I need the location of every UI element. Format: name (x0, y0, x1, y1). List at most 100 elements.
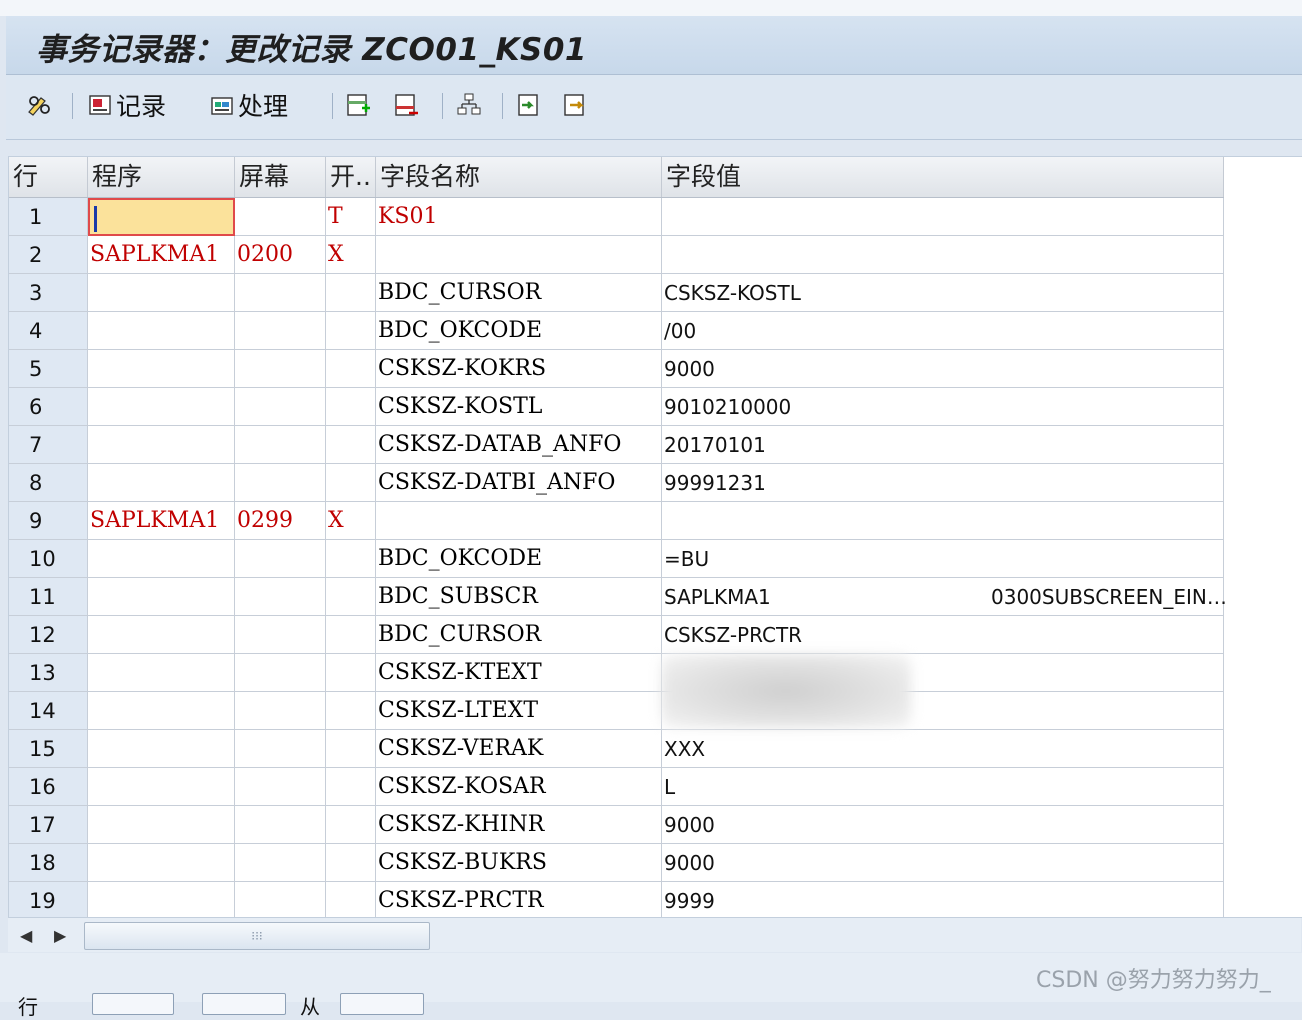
table-row[interactable]: 18 CSKSZ-BUKRS 9000 (9, 844, 1224, 882)
program-cell[interactable] (88, 312, 235, 350)
program-cell[interactable] (88, 616, 235, 654)
program-cell[interactable] (88, 198, 235, 236)
screen-cell[interactable] (235, 844, 326, 882)
start-flag-cell[interactable] (326, 312, 376, 350)
table-row[interactable]: 6 CSKSZ-KOSTL 9010210000 (9, 388, 1224, 426)
table-row[interactable]: 12 BDC_CURSOR CSKSZ-PRCTR (9, 616, 1224, 654)
table-row[interactable]: 15 CSKSZ-VERAK XXX (9, 730, 1224, 768)
program-cell[interactable] (88, 844, 235, 882)
field-name-cell[interactable]: CSKSZ-KOSAR (376, 768, 662, 806)
start-flag-cell[interactable]: T (326, 198, 376, 236)
insert-row-button[interactable] (346, 89, 372, 121)
start-flag-cell[interactable] (326, 692, 376, 730)
field-value-cell[interactable]: 99991231 (662, 464, 1224, 502)
field-name-cell[interactable]: CSKSZ-KOSTL (376, 388, 662, 426)
footer-extra-input[interactable] (340, 993, 424, 1015)
screen-cell[interactable] (235, 350, 326, 388)
field-value-cell[interactable]: XXX (662, 730, 1224, 768)
screen-cell[interactable] (235, 654, 326, 692)
scroll-right-icon[interactable]: ▶ (54, 926, 66, 945)
field-name-cell[interactable]: BDC_OKCODE (376, 540, 662, 578)
field-value-cell[interactable] (662, 502, 1224, 540)
header-field-value[interactable]: 字段值 (662, 157, 1224, 197)
start-flag-cell[interactable] (326, 464, 376, 502)
table-row[interactable]: 1 T KS01 (9, 198, 1224, 236)
start-flag-cell[interactable] (326, 882, 376, 917)
header-field-name[interactable]: 字段名称 (376, 157, 662, 197)
delete-row-button[interactable] (394, 89, 420, 121)
field-value-cell[interactable]: 9000 (662, 806, 1224, 844)
field-name-cell[interactable]: CSKSZ-DATAB_ANFO (376, 426, 662, 464)
screen-cell[interactable]: 0200 (235, 236, 326, 274)
program-cell[interactable] (88, 730, 235, 768)
program-cell[interactable] (88, 882, 235, 917)
field-name-cell[interactable]: BDC_OKCODE (376, 312, 662, 350)
field-name-cell[interactable] (376, 502, 662, 540)
import-button[interactable] (516, 89, 542, 121)
horizontal-scrollbar[interactable]: ◀ ▶ ⁝⁝⁝ (8, 917, 1301, 952)
program-cell[interactable] (88, 578, 235, 616)
table-row[interactable]: 5 CSKSZ-KOKRS 9000 (9, 350, 1224, 388)
table-row[interactable]: 4 BDC_OKCODE/00 (9, 312, 1224, 350)
program-cell[interactable] (88, 806, 235, 844)
start-flag-cell[interactable] (326, 806, 376, 844)
table-row[interactable]: 7 CSKSZ-DATAB_ANFO 20170101 (9, 426, 1224, 464)
field-name-cell[interactable]: CSKSZ-DATBI_ANFO (376, 464, 662, 502)
footer-row-input[interactable] (92, 993, 174, 1015)
start-flag-cell[interactable] (326, 350, 376, 388)
program-cell[interactable]: SAPLKMA1 (88, 502, 235, 540)
screen-cell[interactable] (235, 426, 326, 464)
start-flag-cell[interactable] (326, 578, 376, 616)
footer-count-input[interactable] (202, 993, 286, 1015)
screen-cell[interactable] (235, 882, 326, 917)
field-name-cell[interactable] (376, 236, 662, 274)
program-cell[interactable] (88, 692, 235, 730)
field-value-cell[interactable]: 9010210000 (662, 388, 1224, 426)
start-flag-cell[interactable] (326, 616, 376, 654)
screen-cell[interactable] (235, 768, 326, 806)
start-flag-cell[interactable] (326, 768, 376, 806)
program-cell[interactable] (88, 540, 235, 578)
start-flag-cell[interactable]: X (326, 236, 376, 274)
field-name-cell[interactable]: CSKSZ-PRCTR (376, 882, 662, 917)
start-flag-cell[interactable] (326, 654, 376, 692)
field-value-cell[interactable]: 20170101 (662, 426, 1224, 464)
table-row[interactable]: 17 CSKSZ-KHINR 9000 (9, 806, 1224, 844)
start-flag-cell[interactable] (326, 426, 376, 464)
screen-cell[interactable] (235, 578, 326, 616)
record-button[interactable]: 记录 (88, 89, 166, 121)
screen-cell[interactable] (235, 464, 326, 502)
field-value-cell[interactable]: 9999 (662, 882, 1224, 917)
program-cell[interactable] (88, 654, 235, 692)
screen-cell[interactable] (235, 730, 326, 768)
table-row[interactable]: 13 CSKSZ-KTEXT (9, 654, 1224, 692)
start-flag-cell[interactable] (326, 730, 376, 768)
table-row[interactable]: 14 CSKSZ-LTEXT (9, 692, 1224, 730)
field-name-cell[interactable]: CSKSZ-LTEXT (376, 692, 662, 730)
screen-cell[interactable] (235, 806, 326, 844)
structure-button[interactable] (456, 89, 482, 121)
scrollbar-thumb[interactable]: ⁝⁝⁝ (84, 922, 430, 950)
program-cell[interactable] (88, 274, 235, 312)
program-cell[interactable] (88, 388, 235, 426)
program-cell[interactable]: SAPLKMA1 (88, 236, 235, 274)
field-name-cell[interactable]: BDC_CURSOR (376, 616, 662, 654)
program-cell[interactable] (88, 464, 235, 502)
field-value-cell[interactable] (662, 198, 1224, 236)
screen-cell[interactable] (235, 692, 326, 730)
field-value-cell[interactable]: =BU (662, 540, 1224, 578)
field-value-cell[interactable]: 9000 (662, 350, 1224, 388)
table-row[interactable]: 11 BDC_SUBSCR SAPLKMA1 0300SUBSCREEN_EIN… (9, 578, 1227, 616)
field-name-cell[interactable]: BDC_CURSOR (376, 274, 662, 312)
field-value-cell[interactable]: L (662, 768, 1224, 806)
start-flag-cell[interactable] (326, 388, 376, 426)
screen-cell[interactable] (235, 312, 326, 350)
table-row[interactable]: 9 SAPLKMA1 0299 X (9, 502, 1224, 540)
header-program[interactable]: 程序 (88, 157, 235, 197)
header-screen[interactable]: 屏幕 (235, 157, 326, 197)
header-row-number[interactable]: 行 (9, 157, 88, 197)
table-row[interactable]: 8 CSKSZ-DATBI_ANFO 99991231 (9, 464, 1224, 502)
field-value-cell[interactable]: 9000 (662, 844, 1224, 882)
table-row[interactable]: 16 CSKSZ-KOSAR L (9, 768, 1224, 806)
start-flag-cell[interactable] (326, 274, 376, 312)
